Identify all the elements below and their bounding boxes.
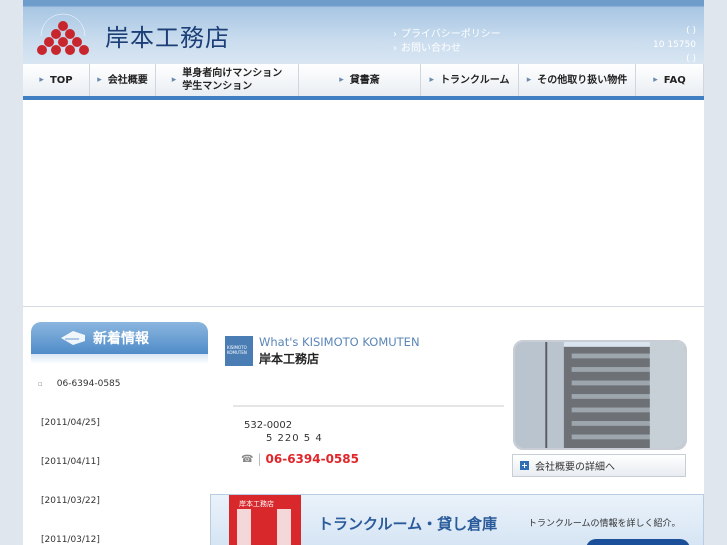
nav-label: 単身者向けマンション 学生マンション xyxy=(182,68,283,92)
divider xyxy=(233,405,504,407)
main-banner xyxy=(23,104,704,307)
bullet-icon: ▫ xyxy=(38,379,43,388)
contact-link[interactable]: お問い合わせ xyxy=(393,42,501,56)
trunk-room-banner[interactable]: 岸本工務店 トランクルーム・貸し倉庫 トランクルームの情報を詳しく紹介。 xyxy=(210,494,704,545)
news-title: 新着情報 xyxy=(93,331,149,347)
news-item[interactable]: [2011/03/12] xyxy=(31,520,208,545)
about-title-jp: 岸本工務店 xyxy=(259,352,320,366)
nav-arrow-icon: ▸ xyxy=(339,74,344,85)
phone-number[interactable]: ☎ | 06-6394-0585 xyxy=(241,452,359,466)
news-item[interactable]: [2011/03/22] xyxy=(31,481,208,520)
nav-item-6[interactable]: ▸ FAQ xyxy=(636,64,704,96)
nav-item-5[interactable]: ▸ その他取り扱い物件 xyxy=(519,64,636,96)
storage-unit-panel xyxy=(237,509,251,545)
phone-icon: ☎ xyxy=(241,453,254,465)
megaphone-icon xyxy=(61,331,85,345)
news-text: 06-6394-0585 xyxy=(56,378,121,389)
about-logo: KISIMOTO KOMUTEN xyxy=(225,336,253,366)
nav-label: その他取り扱い物件 xyxy=(537,74,628,86)
trunk-subtitle: トランクルームの情報を詳しく紹介。 xyxy=(528,519,681,529)
building-photo xyxy=(513,340,687,450)
nav-arrow-icon: ▸ xyxy=(97,74,102,85)
nav-arrow-icon: ▸ xyxy=(653,74,658,85)
news-item[interactable]: ▫ 06-6394-0585 xyxy=(31,364,208,403)
privacy-policy-link[interactable]: プライバシーポリシー xyxy=(393,28,501,42)
address: 5 220 5 4 xyxy=(266,433,323,444)
nav-item-2[interactable]: ▸ 単身者向けマンション 学生マンション xyxy=(156,64,299,96)
header-info-line: 10 15750 xyxy=(653,40,696,50)
storage-unit-panel xyxy=(277,509,291,545)
header-info: ( ) 10 15750 ( ) xyxy=(653,24,696,66)
phone-text: 06-6394-0585 xyxy=(265,452,359,466)
nav-arrow-icon: ▸ xyxy=(526,74,532,85)
nav-label: 会社概要 xyxy=(107,74,148,86)
nav-item-4[interactable]: ▸ トランクルーム xyxy=(421,64,519,96)
news-header: 新着情報 xyxy=(31,322,208,354)
trunk-more-button[interactable] xyxy=(586,539,690,545)
storage-unit-label: 岸本工務店 xyxy=(239,500,274,508)
nav-arrow-icon: ▸ xyxy=(429,74,435,85)
site-header: 岸本工務店 プライバシーポリシー お問い合わせ ( ) 10 15750 ( ) xyxy=(23,0,704,64)
main-nav: ▸ TOP ▸ 会社概要 ▸ 単身者向けマンション 学生マンション ▸ 貸書斎 ▸ トランクルーム… xyxy=(23,64,704,100)
nav-label: TOP xyxy=(49,74,73,86)
nav-label: FAQ xyxy=(663,74,686,86)
company-detail-button[interactable]: + 会社概要の詳細へ xyxy=(512,454,686,477)
header-info-line: ( ) xyxy=(686,26,696,36)
nav-item-0[interactable]: ▸ TOP xyxy=(23,64,90,96)
postal-code: 532-0002 xyxy=(244,420,293,431)
page: 岸本工務店 プライバシーポリシー お問い合わせ ( ) 10 15750 ( )… xyxy=(23,0,704,545)
nav-arrow-icon: ▸ xyxy=(39,74,44,85)
header-links: プライバシーポリシー お問い合わせ xyxy=(393,28,501,56)
nav-item-1[interactable]: ▸ 会社概要 xyxy=(90,64,156,96)
company-detail-label: 会社概要の詳細へ xyxy=(535,462,615,473)
about-title-en: What's KISIMOTO KOMUTEN xyxy=(259,335,420,349)
plus-icon: + xyxy=(520,461,529,470)
phone-separator: | xyxy=(257,452,262,466)
company-logo-icon[interactable] xyxy=(33,6,93,60)
news-item[interactable]: [2011/04/11] xyxy=(31,442,208,481)
storage-unit-image: 岸本工務店 xyxy=(229,495,301,545)
news-header-fade xyxy=(31,354,208,364)
nav-label: トランクルーム xyxy=(440,74,510,86)
brand-name[interactable]: 岸本工務店 xyxy=(105,18,230,53)
news-sidebar: 新着情報 ▫ 06-6394-0585 [2011/04/25] [2011/0… xyxy=(31,322,208,545)
trunk-title: トランクルーム・貸し倉庫 xyxy=(318,515,498,533)
nav-arrow-icon: ▸ xyxy=(171,74,177,85)
nav-label: 貸書斎 xyxy=(349,74,380,86)
nav-item-3[interactable]: ▸ 貸書斎 xyxy=(299,64,421,96)
news-item[interactable]: [2011/04/25] xyxy=(31,403,208,442)
